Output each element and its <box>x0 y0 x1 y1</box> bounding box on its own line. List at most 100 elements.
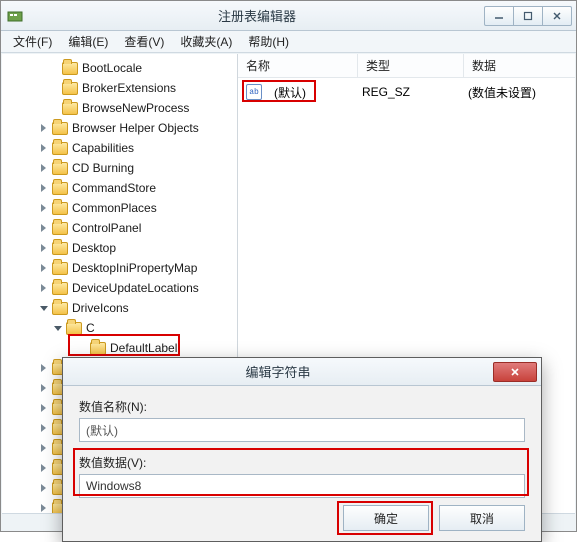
folder-icon <box>52 162 68 175</box>
value-data: (数值未设置) <box>460 84 544 101</box>
folder-icon <box>90 342 106 355</box>
folder-icon <box>52 302 68 315</box>
tree-node-label: Desktop <box>72 241 116 255</box>
folder-icon <box>52 262 68 275</box>
folder-icon <box>52 222 68 235</box>
expand-icon[interactable] <box>38 143 49 154</box>
expand-icon[interactable] <box>38 283 49 294</box>
edit-string-dialog: 编辑字符串 数值名称(N): 数值数据(V): 确定 取消 <box>62 357 542 542</box>
collapse-icon[interactable] <box>52 323 63 334</box>
tree-node[interactable]: Capabilities <box>2 138 237 158</box>
expand-icon[interactable] <box>38 403 49 414</box>
menu-help[interactable]: 帮助(H) <box>240 31 297 52</box>
folder-icon <box>52 242 68 255</box>
folder-icon <box>62 62 78 75</box>
tree-node-label: C <box>86 321 95 335</box>
tree-node[interactable]: DefaultLabel <box>2 338 237 358</box>
tree-node-label: BootLocale <box>82 61 142 75</box>
expand-icon[interactable] <box>38 203 49 214</box>
expand-icon[interactable] <box>38 503 49 514</box>
tree-node-label: BrokerExtensions <box>82 81 176 95</box>
tree-node[interactable]: DeviceUpdateLocations <box>2 278 237 298</box>
value-data-input[interactable] <box>79 474 525 498</box>
expand-icon[interactable] <box>38 223 49 234</box>
menu-favorites[interactable]: 收藏夹(A) <box>172 31 240 52</box>
folder-icon <box>52 142 68 155</box>
expand-icon[interactable] <box>38 263 49 274</box>
menu-edit[interactable]: 编辑(E) <box>60 31 116 52</box>
menu-file[interactable]: 文件(F) <box>5 31 60 52</box>
dialog-titlebar[interactable]: 编辑字符串 <box>63 358 541 386</box>
tree-node[interactable]: CommonPlaces <box>2 198 237 218</box>
collapse-icon[interactable] <box>38 303 49 314</box>
expand-icon[interactable] <box>38 423 49 434</box>
menu-view[interactable]: 查看(V) <box>116 31 172 52</box>
app-icon <box>7 8 23 24</box>
minimize-button[interactable] <box>484 6 514 26</box>
value-row-default[interactable]: ab (默认) REG_SZ (数值未设置) <box>238 82 575 102</box>
expand-icon[interactable] <box>38 483 49 494</box>
expand-icon[interactable] <box>38 383 49 394</box>
expand-icon[interactable] <box>38 363 49 374</box>
tree-node-label: CD Burning <box>72 161 134 175</box>
tree-node-label: DeviceUpdateLocations <box>72 281 199 295</box>
dialog-title: 编辑字符串 <box>63 362 493 381</box>
no-expander <box>76 343 87 354</box>
no-expander <box>48 63 59 74</box>
expand-icon[interactable] <box>38 183 49 194</box>
folder-icon <box>52 182 68 195</box>
menubar: 文件(F) 编辑(E) 查看(V) 收藏夹(A) 帮助(H) <box>1 31 576 53</box>
folder-icon <box>52 282 68 295</box>
expand-icon[interactable] <box>38 443 49 454</box>
tree-node-label: BrowseNewProcess <box>82 101 189 115</box>
tree-node-label: ControlPanel <box>72 221 141 235</box>
value-type: REG_SZ <box>354 85 460 99</box>
tree-node-label: Browser Helper Objects <box>72 121 199 135</box>
tree-node-label: CommandStore <box>72 181 156 195</box>
tree-node[interactable]: DriveIcons <box>2 298 237 318</box>
tree-node-label: Capabilities <box>72 141 134 155</box>
col-type[interactable]: 类型 <box>358 54 464 77</box>
tree-node-label: DesktopIniPropertyMap <box>72 261 197 275</box>
ok-button[interactable]: 确定 <box>343 505 429 531</box>
folder-icon <box>62 82 78 95</box>
col-name[interactable]: 名称 <box>238 54 358 77</box>
cancel-button[interactable]: 取消 <box>439 505 525 531</box>
tree-node[interactable]: DesktopIniPropertyMap <box>2 258 237 278</box>
tree-node[interactable]: ControlPanel <box>2 218 237 238</box>
list-header: 名称 类型 数据 <box>238 54 575 78</box>
dialog-close-button[interactable] <box>493 362 537 382</box>
folder-icon <box>52 202 68 215</box>
expand-icon[interactable] <box>38 243 49 254</box>
no-expander <box>48 103 59 114</box>
tree-node[interactable]: BootLocale <box>2 58 237 78</box>
maximize-button[interactable] <box>513 6 543 26</box>
tree-node[interactable]: C <box>2 318 237 338</box>
dialog-buttons: 确定 取消 <box>343 505 525 531</box>
value-data-label: 数值数据(V): <box>79 454 525 471</box>
dialog-body: 数值名称(N): 数值数据(V): 确定 取消 <box>63 386 541 541</box>
window-title: 注册表编辑器 <box>29 6 485 25</box>
titlebar[interactable]: 注册表编辑器 <box>1 1 576 31</box>
string-value-icon: ab <box>246 84 262 100</box>
value-name-label: 数值名称(N): <box>79 398 525 415</box>
tree-node-label: DriveIcons <box>72 301 129 315</box>
expand-icon[interactable] <box>38 463 49 474</box>
folder-icon <box>66 322 82 335</box>
folder-icon <box>62 102 78 115</box>
tree-node[interactable]: Desktop <box>2 238 237 258</box>
value-name-input[interactable] <box>79 418 525 442</box>
tree-node[interactable]: BrowseNewProcess <box>2 98 237 118</box>
close-button[interactable] <box>542 6 572 26</box>
tree-node[interactable]: CommandStore <box>2 178 237 198</box>
tree-node-label: CommonPlaces <box>72 201 157 215</box>
expand-icon[interactable] <box>38 123 49 134</box>
window-buttons <box>485 6 572 26</box>
folder-icon <box>52 122 68 135</box>
no-expander <box>48 83 59 94</box>
tree-node[interactable]: CD Burning <box>2 158 237 178</box>
expand-icon[interactable] <box>38 163 49 174</box>
col-data[interactable]: 数据 <box>464 54 575 77</box>
tree-node[interactable]: BrokerExtensions <box>2 78 237 98</box>
tree-node[interactable]: Browser Helper Objects <box>2 118 237 138</box>
